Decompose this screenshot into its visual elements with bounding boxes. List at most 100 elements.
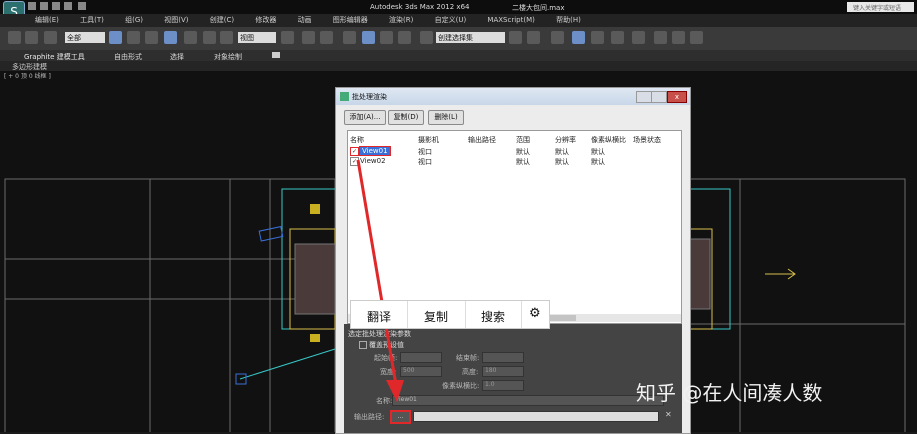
name-label: 名称:	[376, 397, 393, 405]
keyboard-shortcut-icon[interactable]	[320, 31, 333, 44]
ribbon-panel: 多边形建模	[0, 61, 917, 71]
render-view-list[interactable]: 名称 摄影机 输出路径 范围 分辨率 像素纵横比 场景状态 ✓ View01 视…	[347, 130, 682, 324]
app-title: Autodesk 3ds Max 2012 x64	[370, 3, 470, 11]
percent-snap-icon[interactable]	[380, 31, 393, 44]
render-setup-icon[interactable]	[654, 31, 667, 44]
column-range[interactable]: 范围	[516, 135, 530, 145]
name-field[interactable]: View01	[392, 395, 664, 406]
ref-coord-dropdown[interactable]: 视图	[238, 32, 276, 43]
material-editor-icon[interactable]	[632, 31, 645, 44]
menu-edit[interactable]: 编辑(E)	[35, 14, 59, 27]
main-toolbar: 全部 视图 创建选择集	[0, 27, 917, 51]
context-translate[interactable]: 翻译	[367, 308, 391, 325]
redo-icon[interactable]	[78, 2, 86, 10]
menu-group[interactable]: 组(G)	[125, 14, 143, 27]
context-search[interactable]: 搜索	[481, 308, 505, 325]
align-icon[interactable]	[527, 31, 540, 44]
rendered-frame-icon[interactable]	[672, 31, 685, 44]
output-path-field[interactable]	[413, 411, 659, 422]
menu-view[interactable]: 视图(V)	[164, 14, 188, 27]
column-camera[interactable]: 摄影机	[418, 135, 439, 145]
menu-create[interactable]: 创建(C)	[210, 14, 234, 27]
column-resolution[interactable]: 分辨率	[555, 135, 576, 145]
add-button[interactable]: 添加(A)...	[344, 110, 386, 125]
row-checkbox[interactable]: ✓	[350, 147, 359, 156]
select-manipulate-icon[interactable]	[302, 31, 315, 44]
menu-rendering[interactable]: 渲染(R)	[389, 14, 413, 27]
end-frame-label: 结束帧:	[456, 354, 480, 362]
menu-help[interactable]: 帮助(H)	[556, 14, 581, 27]
column-name[interactable]: 名称	[350, 135, 364, 145]
start-frame-field[interactable]	[400, 352, 442, 363]
output-path-browse-button[interactable]: ...	[390, 410, 411, 424]
override-checkbox[interactable]	[359, 341, 367, 349]
table-row[interactable]: ✓ View02 视口 默认 默认 默认	[348, 157, 681, 166]
move-icon[interactable]	[184, 31, 197, 44]
menu-modifiers[interactable]: 修改器	[255, 14, 276, 27]
rectangle-selection-icon[interactable]	[145, 31, 158, 44]
save-icon[interactable]	[52, 2, 60, 10]
row-resolution: 默认	[555, 148, 569, 156]
unlink-icon[interactable]	[25, 31, 38, 44]
end-frame-field[interactable]	[482, 352, 524, 363]
edit-named-sets-icon[interactable]	[420, 31, 433, 44]
delete-button[interactable]: 删除(L)	[428, 110, 464, 125]
menu-bar: 编辑(E) 工具(T) 组(G) 视图(V) 创建(C) 修改器 动画 图形编辑…	[0, 14, 917, 27]
render-production-icon[interactable]	[690, 31, 703, 44]
column-output-path[interactable]: 输出路径	[468, 135, 496, 145]
search-field[interactable]: 键入关键字或短语	[847, 2, 914, 12]
row-name: View02	[360, 157, 386, 165]
context-divider	[521, 301, 522, 328]
settings-gear-icon[interactable]: ⚙	[529, 306, 541, 321]
table-row[interactable]: ✓ View01 视口 默认 默认 默认	[348, 146, 681, 156]
selection-filter-dropdown[interactable]: 全部	[65, 32, 105, 43]
spinner-snap-icon[interactable]	[398, 31, 411, 44]
graphite-toggle-icon[interactable]	[572, 31, 585, 44]
snaps-toggle-icon[interactable]	[343, 31, 356, 44]
window-crossing-icon[interactable]	[164, 31, 177, 44]
menu-graph-editors[interactable]: 图形编辑器	[333, 14, 368, 27]
schematic-view-icon[interactable]	[611, 31, 624, 44]
minimize-icon[interactable]	[636, 91, 652, 103]
row-aspect: 默认	[591, 158, 605, 166]
clear-output-icon[interactable]: ✕	[665, 410, 672, 419]
row-checkbox[interactable]: ✓	[350, 157, 359, 166]
select-by-name-icon[interactable]	[127, 31, 140, 44]
column-pixel-aspect[interactable]: 像素纵横比	[591, 135, 626, 145]
new-icon[interactable]	[28, 2, 36, 10]
column-scene-state[interactable]: 场景状态	[633, 135, 661, 145]
pixel-aspect-field[interactable]: 1.0	[482, 380, 524, 391]
menu-tools[interactable]: 工具(T)	[80, 14, 104, 27]
undo-icon[interactable]	[64, 2, 72, 10]
mirror-icon[interactable]	[509, 31, 522, 44]
copy-button[interactable]: 复制(D)	[388, 110, 424, 125]
select-object-icon[interactable]	[109, 31, 122, 44]
row-name: View01	[359, 146, 391, 156]
curve-editor-icon[interactable]	[591, 31, 604, 44]
layer-manager-icon[interactable]	[551, 31, 564, 44]
scale-icon[interactable]	[220, 31, 233, 44]
close-icon[interactable]: x	[667, 91, 687, 103]
ribbon-options-icon[interactable]	[272, 52, 280, 58]
context-menu: 翻译 复制 搜索 ⚙	[350, 300, 550, 329]
row-camera: 视口	[418, 148, 432, 156]
link-icon[interactable]	[8, 31, 21, 44]
open-icon[interactable]	[40, 2, 48, 10]
pivot-icon[interactable]	[281, 31, 294, 44]
rotate-icon[interactable]	[203, 31, 216, 44]
watermark: 知乎 @在人间凑人数	[636, 381, 823, 405]
row-aspect: 默认	[591, 148, 605, 156]
maximize-icon[interactable]	[651, 91, 667, 103]
context-divider	[465, 301, 466, 328]
context-copy[interactable]: 复制	[424, 308, 448, 325]
width-field[interactable]: 500	[400, 366, 442, 377]
height-field[interactable]: 180	[482, 366, 524, 377]
named-selection-dropdown[interactable]: 创建选择集	[436, 32, 505, 43]
menu-customize[interactable]: 自定义(U)	[435, 14, 467, 27]
menu-maxscript[interactable]: MAXScript(M)	[487, 14, 534, 27]
dialog-title-bar[interactable]: 批处理渲染 x	[336, 88, 690, 105]
bind-space-warp-icon[interactable]	[44, 31, 57, 44]
angle-snap-icon[interactable]	[362, 31, 375, 44]
menu-animation[interactable]: 动画	[298, 14, 312, 27]
start-frame-label: 起始帧:	[374, 354, 398, 362]
